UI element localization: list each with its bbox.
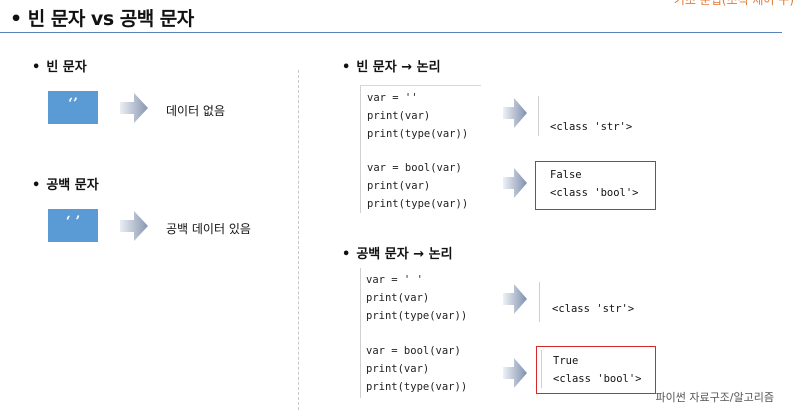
chevron-arrow-icon <box>503 168 531 198</box>
output-bar <box>541 350 542 388</box>
chevron-arrow-icon <box>120 93 148 123</box>
empty-to-bool-heading: • 빈 문자 → 논리 <box>342 60 441 75</box>
chevron-arrow-icon <box>503 358 531 388</box>
code-line: print(var) <box>366 292 430 304</box>
code-line: var = bool(var) <box>366 345 461 357</box>
bullet-icon: • <box>32 178 41 193</box>
column-divider <box>298 70 299 410</box>
output-line: <class 'bool'> <box>553 373 642 385</box>
output-space-str: <class 'str'> <box>552 282 634 318</box>
space-string-box: ‘ ’ <box>48 209 98 242</box>
bullet-icon: • <box>32 60 41 75</box>
code-line: print(var) <box>367 110 431 122</box>
code-line: var = '' <box>367 92 418 104</box>
output-empty-bool: False <class 'bool'> <box>550 166 639 202</box>
bullet-icon: • <box>342 60 351 75</box>
footer-caption: 파이썬 자료구조/알고리즘 <box>655 391 774 404</box>
space-string-description: 공백 데이터 있음 <box>166 222 251 236</box>
code-line: var = bool(var) <box>367 162 462 174</box>
title-rule <box>0 32 782 33</box>
output-empty-str: <class 'str'> <box>550 100 632 136</box>
empty-string-heading: • 빈 문자 <box>32 60 87 75</box>
code-line: print(type(var)) <box>367 128 469 140</box>
space-string-heading: • 공백 문자 <box>32 178 99 193</box>
chevron-arrow-icon <box>120 211 148 241</box>
code-line: print(var) <box>366 363 430 375</box>
code-line: var = ' ' <box>366 274 423 286</box>
code-block-space-str: var = ' ' print(var) print(type(var)) <box>366 271 467 325</box>
chevron-arrow-icon <box>503 98 531 128</box>
output-space-bool: True <class 'bool'> <box>553 352 642 388</box>
space-to-bool-heading: • 공백 문자 → 논리 <box>342 247 453 262</box>
code-block-empty-bool: var = bool(var) print(var) print(type(var)… <box>367 159 468 213</box>
code-block-empty-str: var = '' print(var) print(type(var)) <box>367 89 468 143</box>
output-line: True <box>553 355 579 367</box>
page-title: • 빈 문자 vs 공백 문자 <box>10 8 194 30</box>
output-line: <class 'str'> <box>552 303 635 315</box>
output-line: False <box>550 169 582 181</box>
corner-caption: 기초 문법(조직 제어 구) <box>673 0 794 7</box>
bullet-icon: • <box>342 247 351 262</box>
code-block-space-bool: var = bool(var) print(var) print(type(var)… <box>366 342 467 396</box>
code-line: print(type(var)) <box>367 198 469 210</box>
code-line: print(type(var)) <box>366 381 468 393</box>
output-bar <box>538 96 539 136</box>
code-line: print(type(var)) <box>366 310 468 322</box>
output-line: <class 'bool'> <box>550 187 639 199</box>
chevron-arrow-icon <box>503 284 531 314</box>
code-line: print(var) <box>367 180 431 192</box>
empty-string-box: ‘’ <box>48 91 98 124</box>
output-line: <class 'str'> <box>550 121 633 133</box>
output-bar <box>539 282 540 322</box>
empty-string-description: 데이터 없음 <box>166 104 226 118</box>
